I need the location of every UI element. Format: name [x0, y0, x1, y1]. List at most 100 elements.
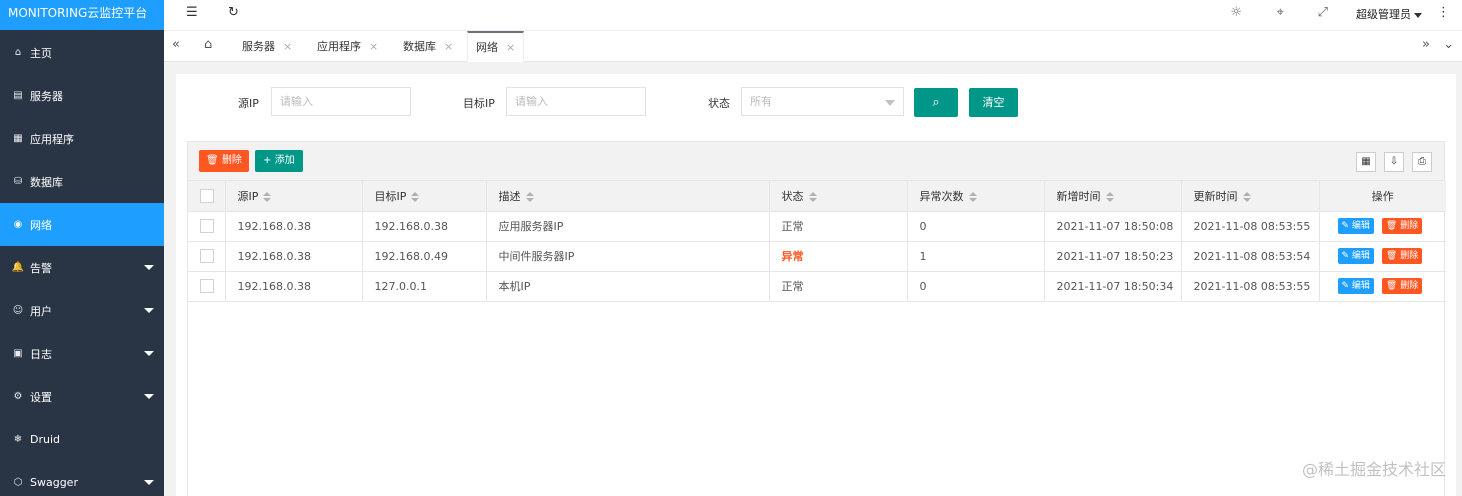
user-menu[interactable]: 超级管理员 — [1356, 6, 1422, 22]
top-header: ☰ ↻ ☼ ⌖ ⤢ 超级管理员 ⋮ — [164, 0, 1462, 30]
caret-down-icon — [1414, 12, 1422, 18]
cell-actions: ✎ 编辑 🗑 删除 — [1319, 271, 1446, 302]
delete-button[interactable]: 🗑 删除 — [1381, 218, 1423, 234]
col-target-ip[interactable]: 目标IP — [362, 181, 487, 212]
cell-description: 中间件服务器IP — [486, 241, 770, 272]
edit-button[interactable]: ✎ 编辑 — [1337, 218, 1374, 234]
network-icon: ◉ — [13, 219, 23, 230]
close-icon[interactable]: × — [283, 40, 292, 53]
tab-home-icon[interactable]: ⌂ — [204, 37, 212, 52]
sort-icon[interactable] — [968, 191, 977, 202]
cell-source-ip: 192.168.0.38 — [225, 271, 363, 302]
col-label: 描述 — [498, 189, 521, 203]
sidebar-item-druid[interactable]: ❄ Druid — [0, 418, 164, 461]
sort-icon[interactable] — [1242, 191, 1251, 202]
sidebar-item-swagger[interactable]: ⬡ Swagger — [0, 461, 164, 496]
col-label: 源IP — [237, 189, 259, 203]
cell-status: 正常 — [769, 271, 908, 302]
select-all-checkbox[interactable] — [200, 188, 214, 203]
sidebar-item-alerts[interactable]: 🔔 告警 — [0, 246, 164, 289]
bell-icon: 🔔 — [11, 262, 25, 273]
col-updated[interactable]: 更新时间 — [1181, 181, 1320, 212]
add-button[interactable]: + 添加 — [255, 150, 303, 172]
main-content: 源IP 请输入 目标IP 请输入 状态 所有 ⌕ 清空 🗑 删除 + 添加 ▦ … — [176, 74, 1456, 496]
tab-database[interactable]: 数据库 × — [395, 31, 461, 62]
cell-status: 异常 — [769, 241, 908, 272]
sidebar-item-settings[interactable]: ⚙ 设置 — [0, 375, 164, 418]
tag-icon[interactable]: ⌖ — [1277, 5, 1284, 20]
print-icon[interactable]: ⎙ — [1412, 152, 1432, 172]
table-row: 192.168.0.38 127.0.0.1 本机IP 正常 0 2021-11… — [188, 271, 1446, 302]
more-icon[interactable]: ⋮ — [1437, 5, 1450, 20]
tab-apps[interactable]: 应用程序 × — [309, 31, 386, 62]
table-row: 192.168.0.38 192.168.0.38 应用服务器IP 正常 0 2… — [188, 211, 1446, 242]
sidebar-item-network[interactable]: ◉ 网络 — [0, 203, 164, 246]
close-icon[interactable]: × — [369, 40, 378, 53]
cell-target-ip: 192.168.0.38 — [362, 211, 487, 242]
tab-network[interactable]: 网络 × — [467, 31, 525, 62]
sidebar-item-apps[interactable]: ▦ 应用程序 — [0, 117, 164, 160]
col-label: 新增时间 — [1056, 189, 1101, 203]
edit-button[interactable]: ✎ 编辑 — [1337, 248, 1374, 264]
tab-label: 服务器 — [242, 40, 275, 53]
cell-error-count: 0 — [907, 271, 1045, 302]
col-label: 更新时间 — [1193, 189, 1238, 203]
tab-prev-icon[interactable]: « — [172, 37, 180, 52]
sort-icon[interactable] — [1105, 191, 1114, 202]
col-status[interactable]: 状态 — [769, 181, 908, 212]
server-icon: ▤ — [13, 90, 23, 101]
col-created[interactable]: 新增时间 — [1044, 181, 1182, 212]
export-icon[interactable]: ⇩ — [1384, 152, 1404, 172]
status-label: 状态 — [708, 97, 730, 110]
delete-button[interactable]: 🗑 删除 — [1381, 248, 1423, 264]
sidebar-item-users[interactable]: ☺ 用户 — [0, 289, 164, 332]
sidebar-item-label: 应用程序 — [30, 132, 74, 146]
col-source-ip[interactable]: 源IP — [225, 181, 363, 212]
status-select[interactable]: 所有 — [741, 87, 904, 116]
columns-icon[interactable]: ▦ — [1356, 152, 1376, 172]
caret-down-icon — [144, 351, 154, 356]
fullscreen-icon[interactable]: ⤢ — [1318, 5, 1328, 20]
palette-icon[interactable]: ☼ — [1230, 5, 1242, 20]
sidebar-item-logs[interactable]: ▣ 日志 — [0, 332, 164, 375]
source-ip-input[interactable]: 请输入 — [271, 87, 411, 116]
col-description[interactable]: 描述 — [486, 181, 770, 212]
delete-button[interactable]: 🗑 删除 — [1381, 278, 1423, 294]
cell-created: 2021-11-07 18:50:34 — [1044, 271, 1182, 302]
col-label: 目标IP — [374, 189, 407, 203]
row-checkbox[interactable] — [200, 249, 214, 263]
close-icon[interactable]: × — [444, 40, 453, 53]
trash-icon: 🗑 — [206, 155, 219, 166]
sort-icon[interactable] — [263, 191, 272, 202]
tab-bar: « ⌂ 服务器 × 应用程序 × 数据库 × 网络 × » ⌄ — [164, 30, 1462, 62]
home-icon: ⌂ — [14, 47, 22, 58]
sidebar-item-home[interactable]: ⌂ 主页 — [0, 31, 164, 74]
sidebar-item-servers[interactable]: ▤ 服务器 — [0, 74, 164, 117]
sidebar-item-label: Swagger — [30, 476, 78, 489]
target-ip-input[interactable]: 请输入 — [506, 87, 646, 116]
menu-toggle-icon[interactable]: ☰ — [186, 5, 198, 20]
col-error-count[interactable]: 异常次数 — [907, 181, 1045, 212]
clear-button[interactable]: 清空 — [969, 88, 1018, 117]
chevron-down-icon[interactable]: ⌄ — [1443, 37, 1454, 52]
batch-delete-button[interactable]: 🗑 删除 — [199, 150, 249, 172]
add-label: 添加 — [274, 155, 295, 166]
tab-label: 网络 — [476, 41, 498, 54]
sidebar-item-label: 主页 — [30, 46, 52, 60]
tab-servers[interactable]: 服务器 × — [234, 31, 300, 62]
sort-icon[interactable] — [808, 191, 817, 202]
edit-button[interactable]: ✎ 编辑 — [1337, 278, 1374, 294]
search-button[interactable]: ⌕ — [914, 88, 958, 117]
cell-source-ip: 192.168.0.38 — [225, 211, 363, 242]
row-checkbox[interactable] — [200, 279, 214, 293]
network-table: 源IP 目标IP 描述 状态 异常次数 新增时间 更新时间 操作 192.168… — [188, 181, 1446, 302]
sidebar-item-database[interactable]: ⛁ 数据库 — [0, 160, 164, 203]
sort-icon[interactable] — [411, 191, 420, 202]
tab-next-icon[interactable]: » — [1422, 37, 1430, 52]
sidebar-item-label: 设置 — [30, 390, 52, 404]
sort-icon[interactable] — [525, 191, 534, 202]
row-checkbox[interactable] — [200, 219, 214, 233]
close-icon[interactable]: × — [506, 41, 515, 54]
data-table-container: 🗑 删除 + 添加 ▦ ⇩ ⎙ 源IP 目标IP 描述 状态 异常次数 新增时间… — [187, 141, 1446, 496]
refresh-icon[interactable]: ↻ — [228, 5, 239, 20]
